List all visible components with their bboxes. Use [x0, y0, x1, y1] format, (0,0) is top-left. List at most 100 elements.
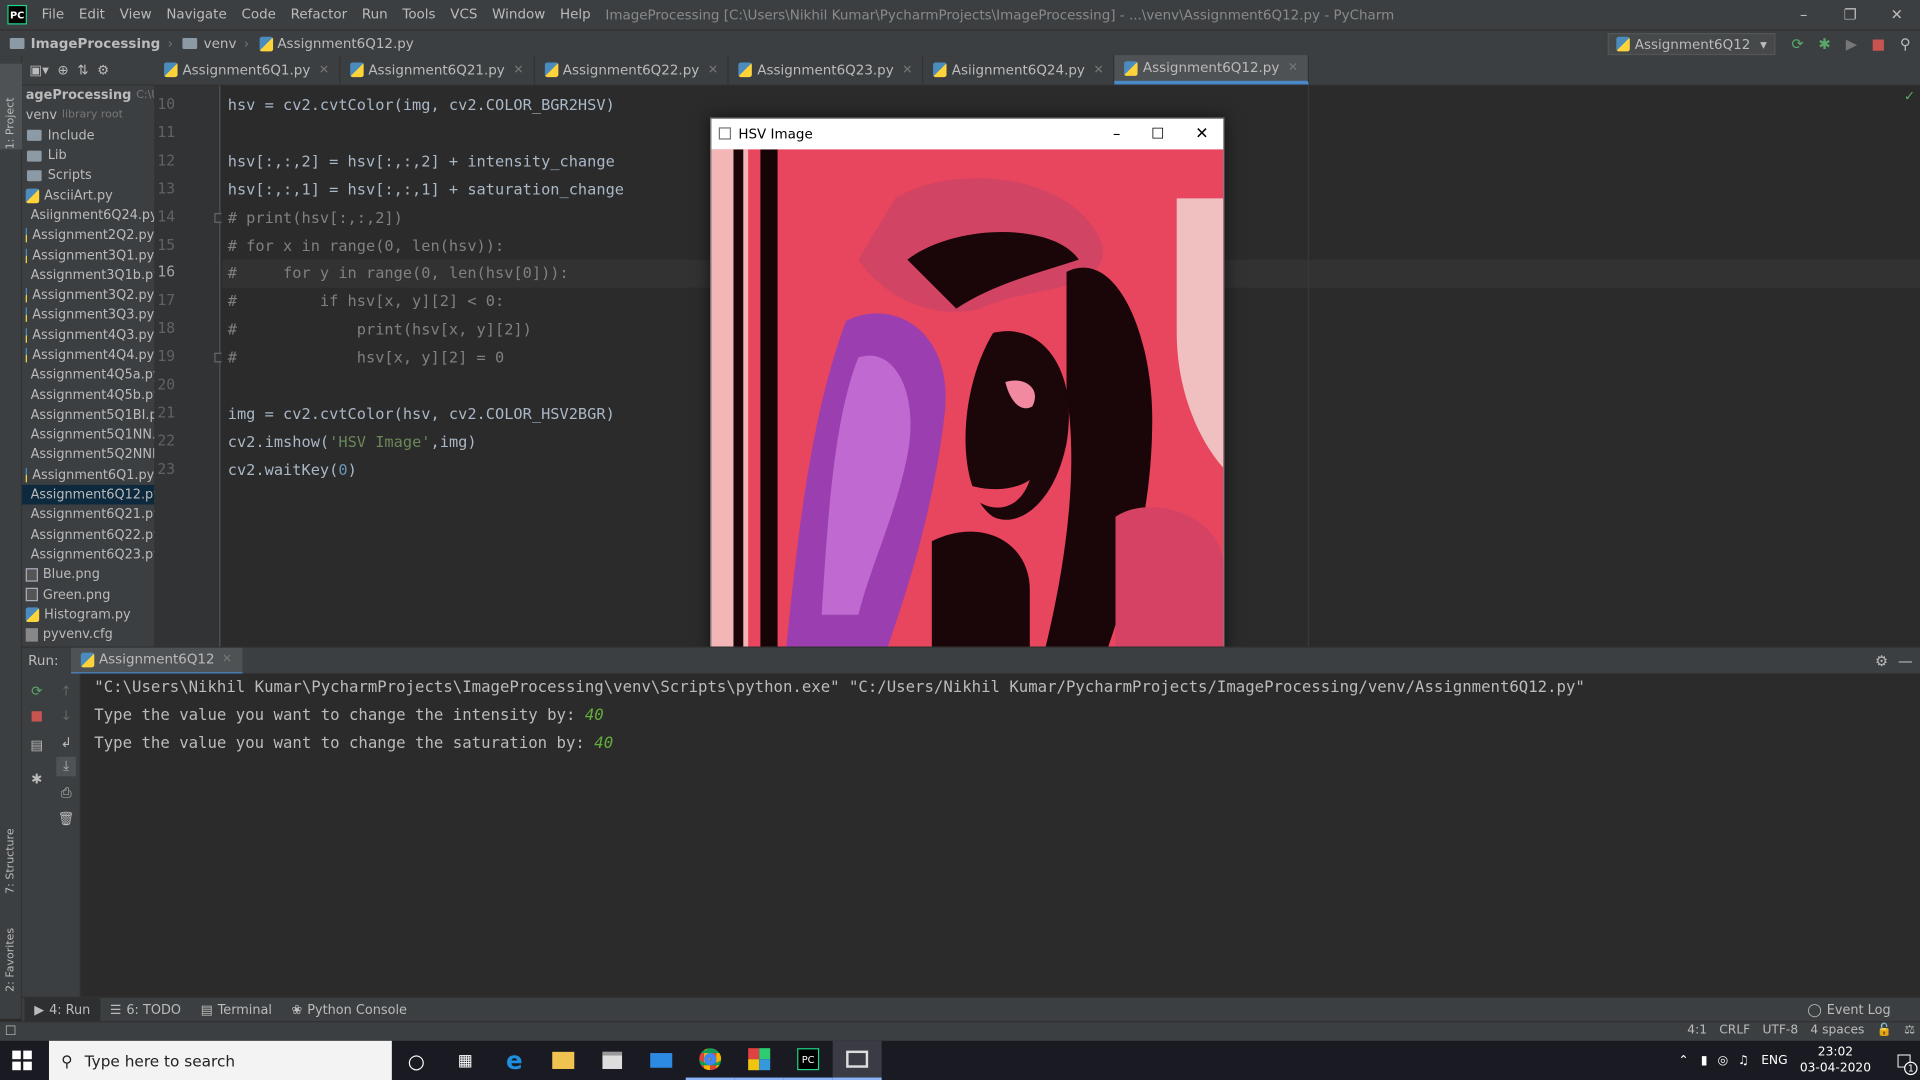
editor-tab[interactable]: Assignment6Q12.py ✕ [1114, 55, 1310, 85]
network-icon[interactable]: ◎ [1717, 1054, 1728, 1067]
stop-icon[interactable]: ■ [27, 705, 47, 725]
debug-icon[interactable]: ✱ [1815, 34, 1835, 54]
minimize-icon[interactable]: – [1780, 0, 1827, 29]
pin-icon[interactable]: ✱ [27, 769, 47, 789]
rerun-icon[interactable]: ⟳ [1788, 34, 1808, 54]
project-tree-item[interactable]: Lib [22, 146, 154, 166]
stop-icon[interactable]: ■ [1869, 34, 1889, 54]
project-tree-item[interactable]: Blue.png [22, 565, 154, 585]
caret-position[interactable]: 4:1 [1687, 1024, 1707, 1037]
menu-item-tools[interactable]: Tools [395, 0, 443, 29]
image-window-taskbar-icon[interactable] [832, 1040, 882, 1080]
project-tree-item[interactable]: Assignment3Q1.py [22, 245, 154, 265]
bottom-tab[interactable]: ❀ Python Console [282, 997, 417, 1021]
coverage-icon[interactable]: ▶ [1842, 34, 1862, 54]
view-mode-icon[interactable]: ▣▾ [29, 62, 48, 78]
collapse-icon[interactable]: ⇅ [77, 62, 88, 78]
pycharm-taskbar-icon[interactable]: PC [783, 1041, 833, 1080]
store-icon[interactable] [588, 1041, 637, 1080]
gear-icon[interactable]: ⚙ [1875, 652, 1888, 669]
trash-icon[interactable]: 🗑 [56, 808, 76, 828]
project-tree-item[interactable]: Assignment3Q2.py [22, 285, 154, 305]
close-tab-icon[interactable]: ✕ [1288, 61, 1298, 74]
project-tree-item[interactable]: Assignment4Q5b.py [22, 385, 155, 405]
notifications-icon[interactable]: ⚖ [1904, 1024, 1915, 1037]
down-arrow-icon[interactable]: ↓ [56, 705, 76, 725]
close-tab-icon[interactable]: ✕ [1093, 63, 1103, 76]
event-log-button[interactable]: ◯ Event Log [1807, 1002, 1890, 1017]
windows-start-icon[interactable] [12, 1050, 32, 1071]
cortana-icon[interactable]: ○ [392, 1041, 441, 1080]
run-config-dropdown[interactable]: Assignment6Q12 ▾ [1607, 33, 1776, 56]
taskbar-search-box[interactable]: ⚲ Type here to search [48, 1040, 392, 1080]
layout-icon[interactable]: ▤ [27, 735, 47, 755]
structure-tool-button[interactable]: 7: Structure [0, 806, 22, 894]
favorites-tool-button[interactable]: 2: Favorites [0, 906, 22, 992]
project-tree-item[interactable]: Scripts [22, 166, 154, 186]
search-icon[interactable]: ⚲ [1896, 34, 1916, 54]
editor-tab[interactable]: Assignment6Q22.py ✕ [535, 55, 730, 85]
minimize-icon[interactable]: – [1113, 125, 1120, 142]
volume-icon[interactable]: ♫ [1738, 1054, 1749, 1067]
menu-item-window[interactable]: Window [485, 0, 553, 29]
editor-tab[interactable]: Assignment6Q23.py ✕ [729, 55, 924, 85]
menu-item-file[interactable]: File [34, 0, 71, 29]
project-tree-item[interactable]: Assignment4Q5a.py [22, 365, 155, 385]
indent-setting[interactable]: 4 spaces [1810, 1024, 1864, 1037]
hide-icon[interactable]: — [1898, 652, 1913, 669]
hsv-window-titlebar[interactable]: HSV Image – ☐ ✕ [711, 119, 1223, 148]
print-icon[interactable]: ⎙ [56, 784, 76, 804]
project-tree-item[interactable]: Assignment6Q1.py [22, 465, 154, 485]
chrome-icon[interactable] [685, 1041, 735, 1080]
close-tab-icon[interactable]: ✕ [513, 63, 523, 76]
editor-tab[interactable]: Asiignment6Q24.py ✕ [924, 55, 1115, 85]
project-tree-item[interactable]: Assignment6Q12.py [22, 484, 155, 505]
soft-wrap-icon[interactable]: ↲ [56, 732, 76, 752]
venv-item[interactable]: venv library root [22, 106, 154, 126]
project-tree-item[interactable]: Assignment5Q1NN.p [22, 425, 155, 445]
project-tree-item[interactable]: Green.png [22, 585, 154, 605]
close-icon[interactable]: ✕ [1873, 0, 1920, 29]
close-tab-icon[interactable]: ✕ [708, 63, 718, 76]
run-tab[interactable]: Assignment6Q12 ✕ [70, 647, 242, 675]
project-tree-item[interactable]: Include [22, 126, 154, 146]
clock[interactable]: 23:02 03-04-2020 [1800, 1044, 1871, 1076]
rerun-icon[interactable]: ⟳ [27, 681, 47, 701]
editor-tab[interactable]: Assignment6Q1.py ✕ [154, 55, 341, 85]
close-tab-icon[interactable]: ✕ [902, 63, 912, 76]
file-explorer-icon[interactable] [539, 1041, 588, 1080]
action-center-icon[interactable]: □ 1 [1888, 1041, 1920, 1080]
locate-icon[interactable]: ⊕ [57, 62, 68, 78]
project-tree-item[interactable]: Assignment5Q2NND [22, 445, 155, 465]
bottom-tab[interactable]: ▶ 4: Run [24, 997, 101, 1022]
file-encoding[interactable]: UTF-8 [1762, 1024, 1798, 1037]
bottom-tab[interactable]: ☰ 6: TODO [100, 997, 191, 1021]
project-tree-item[interactable]: Assignment6Q23.py [22, 545, 155, 565]
project-root[interactable]: ageProcessing C:\Users\ [22, 86, 155, 106]
tiled-app-icon[interactable] [734, 1041, 784, 1080]
breadcrumb-project[interactable]: ImageProcessing [9, 36, 160, 51]
maximize-icon[interactable]: ☐ [1151, 125, 1164, 142]
menu-item-run[interactable]: Run [355, 0, 396, 29]
project-tree-item[interactable]: Assignment6Q21.py [22, 505, 155, 525]
close-tab-icon[interactable]: ✕ [319, 63, 329, 76]
chevron-up-icon[interactable]: ⌃ [1678, 1054, 1688, 1067]
project-tool-button[interactable]: 1: Project [0, 63, 23, 150]
mail-icon[interactable] [637, 1041, 686, 1080]
project-tree-item[interactable]: Assignment3Q1b.py [22, 265, 155, 285]
project-tree-item[interactable]: Histogram.py [22, 605, 154, 625]
bottom-tab[interactable]: ▤ Terminal [191, 997, 282, 1021]
menu-item-vcs[interactable]: VCS [443, 0, 485, 29]
menu-item-navigate[interactable]: Navigate [159, 0, 234, 29]
menu-item-view[interactable]: View [112, 0, 159, 29]
up-arrow-icon[interactable]: ↑ [56, 681, 76, 701]
menu-item-edit[interactable]: Edit [72, 0, 113, 29]
scroll-to-end-icon[interactable]: ⤓ [56, 756, 76, 777]
project-tree-item[interactable]: Assignment2Q2.py [22, 225, 154, 245]
battery-icon[interactable]: ▮ [1701, 1054, 1708, 1067]
edge-icon[interactable]: e [490, 1041, 539, 1080]
project-tree-item[interactable]: Assignment6Q22.py [22, 525, 155, 545]
menu-item-refactor[interactable]: Refactor [283, 0, 354, 29]
project-tree-item[interactable]: Assignment5Q1BI.py [22, 405, 155, 425]
close-icon[interactable]: ✕ [222, 653, 232, 666]
